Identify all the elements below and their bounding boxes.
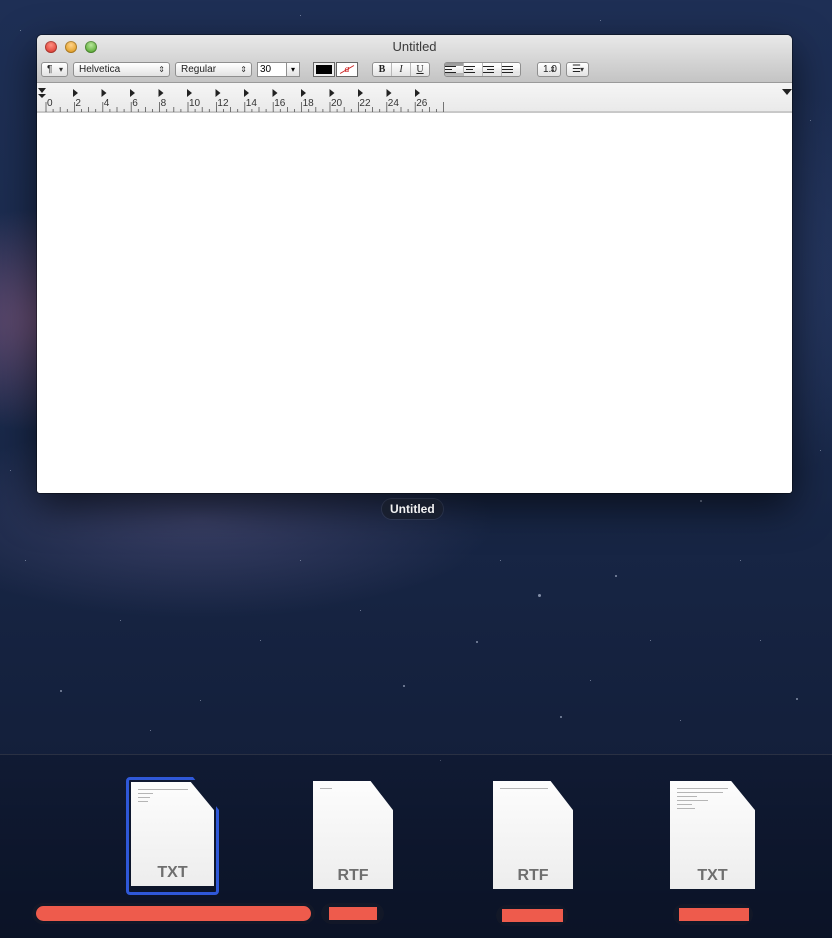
- document-page-icon: RTF: [313, 781, 393, 889]
- bold-button[interactable]: B: [373, 63, 392, 76]
- ruler-label: 6: [132, 98, 138, 109]
- text-color-well[interactable]: [313, 62, 335, 77]
- indent-marker: [38, 88, 46, 98]
- chevron-down-icon: ▾: [58, 65, 63, 74]
- recent-documents-bar: TXT RTF RTF TXT: [0, 754, 832, 938]
- window-title: Untitled: [392, 39, 437, 54]
- italic-button[interactable]: I: [392, 63, 411, 76]
- text-style-buttons: B I U: [372, 62, 430, 77]
- ruler-label: 22: [359, 98, 371, 109]
- ruler-label: 24: [388, 98, 400, 109]
- tab-stop-marker: [73, 89, 78, 97]
- tab-stop-marker: [301, 89, 306, 97]
- font-size-dropdown-button[interactable]: ▾: [287, 62, 300, 77]
- ruler-label: 4: [104, 98, 110, 109]
- line-spacing-popup[interactable]: 1.0 ⇕: [537, 62, 561, 77]
- tab-stop-marker: [130, 89, 135, 97]
- ruler-scale: 0 2 4 6 8 10 12 14 16 18 20 22 24 26: [37, 88, 792, 113]
- window-label: Untitled: [382, 499, 443, 519]
- ruler-label: 2: [75, 98, 81, 109]
- ruler-label: 20: [331, 98, 343, 109]
- tab-stop-marker: [101, 89, 107, 97]
- align-justify-button[interactable]: [502, 63, 520, 76]
- paragraph-icon: ¶: [47, 64, 53, 75]
- align-justify-icon: [502, 66, 520, 73]
- ruler-label: 14: [246, 98, 258, 109]
- font-size-input[interactable]: [257, 62, 287, 77]
- tab-stop-marker: [415, 89, 420, 97]
- alignment-buttons: [444, 62, 521, 77]
- align-center-icon: [464, 66, 482, 73]
- redacted-name: [329, 907, 377, 920]
- tab-stop-marker: [158, 89, 164, 97]
- tab-stop-marker: [187, 89, 192, 97]
- highlight-color-well[interactable]: a: [336, 62, 358, 77]
- title-bar[interactable]: Untitled ¶ ▾ Helvetica ⇕ Regular ⇕ ▾ a: [37, 35, 792, 83]
- ruler-label: 26: [416, 98, 428, 109]
- document-page-icon: RTF: [493, 781, 573, 889]
- redacted-name: [502, 909, 563, 922]
- font-family-value: Helvetica: [79, 64, 121, 75]
- textedit-window: Untitled ¶ ▾ Helvetica ⇕ Regular ⇕ ▾ a: [37, 35, 792, 493]
- align-right-icon: [483, 66, 501, 73]
- document-page-icon: TXT: [131, 782, 214, 886]
- right-margin-marker: [782, 89, 792, 95]
- paragraph-style-menu[interactable]: ¶ ▾: [41, 62, 68, 77]
- redacted-name: [36, 906, 311, 921]
- font-family-popup[interactable]: Helvetica ⇕: [73, 62, 170, 77]
- align-left-icon: [445, 66, 463, 73]
- underline-button[interactable]: U: [411, 63, 429, 76]
- updown-arrows-icon: ⇕: [240, 65, 247, 74]
- document-text-area[interactable]: [37, 113, 792, 493]
- tab-stop-marker: [358, 89, 363, 97]
- align-center-button[interactable]: [464, 63, 483, 76]
- ruler[interactable]: 0 2 4 6 8 10 12 14 16 18 20 22 24 26: [37, 83, 792, 114]
- file-extension-label: RTF: [517, 867, 549, 884]
- font-style-popup[interactable]: Regular ⇕: [175, 62, 252, 77]
- ruler-label: 0: [47, 98, 53, 109]
- file-extension-label: TXT: [157, 864, 188, 881]
- updown-arrows-icon: ⇕: [549, 65, 556, 74]
- updown-arrows-icon: ⇕: [158, 65, 165, 74]
- document-page-icon: TXT: [670, 781, 755, 889]
- ruler-label: 8: [161, 98, 167, 109]
- font-size-combo: ▾: [257, 62, 300, 77]
- tab-stop-marker: [272, 89, 278, 97]
- format-toolbar: ¶ ▾ Helvetica ⇕ Regular ⇕ ▾ a B I U: [41, 61, 788, 78]
- font-style-value: Regular: [181, 64, 217, 75]
- file-extension-label: RTF: [337, 867, 369, 884]
- ruler-label: 10: [189, 98, 201, 109]
- chevron-down-icon: ▾: [579, 65, 584, 74]
- tab-stop-marker: [329, 89, 335, 97]
- align-right-button[interactable]: [483, 63, 502, 76]
- tab-stop-marker: [244, 89, 249, 97]
- tab-stop-marker: [215, 89, 221, 97]
- list-bullets-popup[interactable]: ☰ ▾: [566, 62, 589, 77]
- ruler-label: 16: [274, 98, 286, 109]
- tab-stop-marker: [386, 89, 392, 97]
- align-left-button[interactable]: [445, 63, 464, 76]
- file-extension-label: TXT: [697, 867, 728, 884]
- ruler-label: 12: [217, 98, 229, 109]
- redacted-name: [679, 908, 749, 921]
- ruler-label: 18: [303, 98, 315, 109]
